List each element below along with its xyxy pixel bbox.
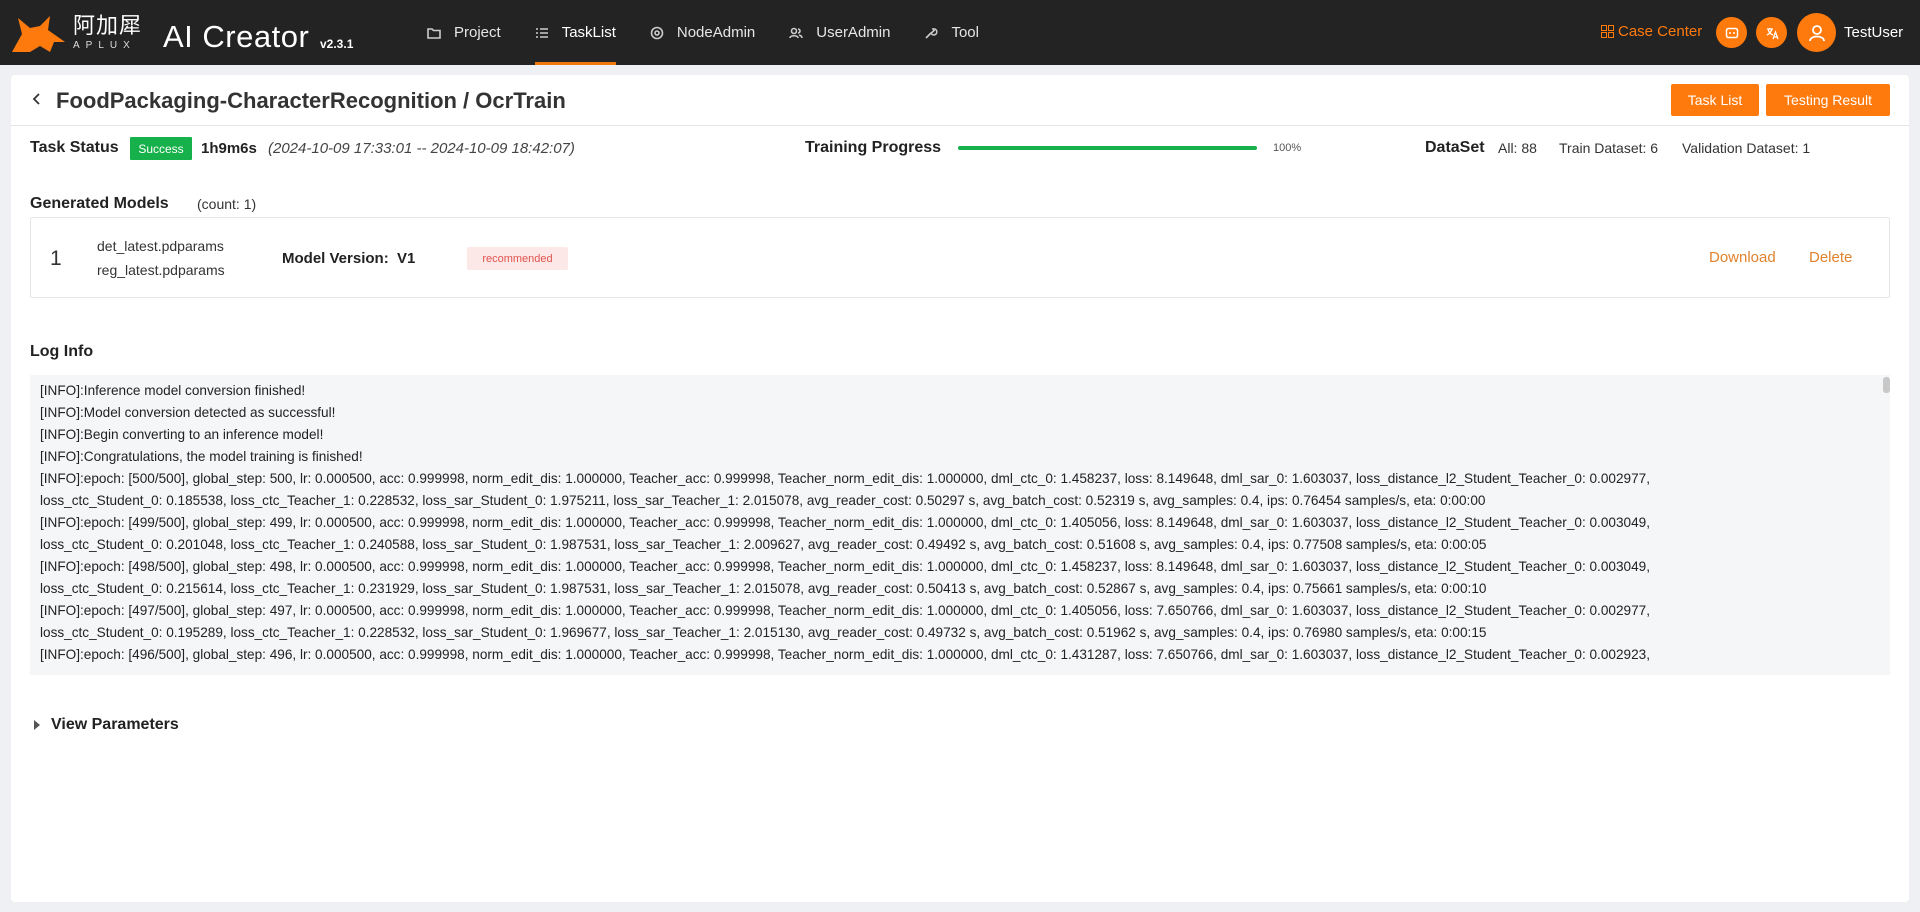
language-button[interactable] [1756, 17, 1787, 48]
app-version: v2.3.1 [320, 37, 354, 51]
log-info-heading: Log Info [30, 343, 94, 360]
task-list-button[interactable]: Task List [1671, 84, 1759, 116]
dataset-label: DataSet [1425, 139, 1485, 156]
log-line: loss_ctc_Student_0: 0.185538, loss_ctc_T… [40, 493, 1486, 508]
log-line: [INFO]:epoch: [497/500], global_step: 49… [40, 603, 1650, 618]
view-parameters-label: View Parameters [51, 716, 179, 733]
page-title: FoodPackaging-CharacterRecognition / Ocr… [56, 88, 566, 113]
users-icon [789, 27, 804, 38]
training-progress-text: 100% [1273, 142, 1302, 154]
training-progress-fill [958, 146, 1257, 150]
testing-result-button[interactable]: Testing Result [1766, 84, 1890, 116]
fox-logo-icon [12, 16, 65, 52]
nav-item-label: TaskList [561, 24, 616, 41]
model-version-value: V1 [397, 250, 416, 267]
training-progress-label: Training Progress [805, 139, 942, 156]
log-line: [INFO]:Begin converting to an inference … [40, 427, 324, 442]
caret-right-icon [34, 720, 40, 730]
nav-item-label: UserAdmin [816, 24, 891, 41]
log-line: loss_ctc_Student_0: 0.195289, loss_ctc_T… [40, 625, 1487, 640]
user-icon [1808, 24, 1825, 41]
task-status-label: Task Status [30, 139, 119, 156]
nav-item-useradmin[interactable]: UserAdmin [772, 0, 907, 65]
dataset-all-count: All: 88 [1498, 140, 1537, 156]
wrench-icon [925, 27, 939, 39]
nav-item-nodeadmin[interactable]: NodeAdmin [633, 0, 772, 65]
translate-icon [1766, 27, 1779, 39]
log-line: [INFO]:epoch: [498/500], global_step: 49… [40, 559, 1650, 574]
grid-icon [1601, 25, 1614, 38]
top-navigation-bar: 阿加犀 APLUX AI Creator v2.3.1 Project Task… [0, 0, 1920, 65]
log-line: [INFO]:epoch: [499/500], global_step: 49… [40, 515, 1650, 530]
log-output-panel[interactable]: [INFO]:Inference model conversion finish… [30, 375, 1890, 675]
nav-item-tool[interactable]: Tool [907, 0, 996, 65]
log-line: [INFO]:Model conversion detected as succ… [40, 405, 336, 420]
nav-item-tasklist[interactable]: TaskList [518, 0, 633, 65]
nav-item-label: Tool [951, 24, 979, 41]
models-count: (count: 1) [197, 196, 257, 212]
message-button[interactable] [1716, 17, 1747, 48]
main-nav: Project TaskList NodeAdmin UserAdmin Too… [410, 0, 996, 65]
logo-english-text: APLUX [73, 39, 136, 51]
task-duration: 1h9m6s [201, 140, 257, 157]
generated-models-heading: Generated Models [30, 195, 169, 212]
model-file-reg: reg_latest.pdparams [97, 262, 225, 278]
log-line: [INFO]:Congratulations, the model traini… [40, 449, 363, 464]
logo-chinese-text: 阿加犀 [73, 13, 143, 39]
log-line: [INFO]:epoch: [500/500], global_step: 50… [40, 471, 1650, 486]
recommended-badge: recommended [467, 247, 568, 270]
back-chevron-icon[interactable] [30, 92, 44, 106]
log-line: loss_ctc_Student_0: 0.215614, loss_ctc_T… [40, 581, 1487, 596]
logo-text: 阿加犀 APLUX [73, 13, 143, 51]
aplux-logo[interactable]: 阿加犀 APLUX [10, 12, 142, 54]
status-badge: Success [130, 137, 192, 160]
log-line: [INFO]:Inference model conversion finish… [40, 383, 306, 398]
list-icon [535, 27, 548, 38]
message-icon [1725, 27, 1738, 38]
model-index: 1 [50, 247, 62, 270]
node-icon [650, 26, 664, 39]
app-title: AI Creator [163, 19, 310, 54]
dataset-validation-count: Validation Dataset: 1 [1682, 140, 1811, 156]
model-file-det: det_latest.pdparams [97, 238, 224, 254]
header-divider [11, 125, 1909, 126]
log-lines: [INFO]:Inference model conversion finish… [40, 380, 1860, 666]
case-center-link[interactable]: Case Center [1601, 23, 1702, 40]
delete-link[interactable]: Delete [1809, 249, 1852, 266]
folder-icon [427, 27, 441, 39]
nav-item-label: Project [454, 24, 501, 41]
nav-item-label: NodeAdmin [676, 24, 756, 41]
view-parameters-toggle[interactable]: View Parameters [34, 716, 179, 734]
training-progress-bar [958, 146, 1257, 150]
case-center-label: Case Center [1618, 23, 1703, 40]
model-version-label: Model Version: [282, 250, 389, 267]
log-scrollbar[interactable] [1883, 377, 1890, 393]
download-link[interactable]: Download [1709, 249, 1776, 266]
log-line: [INFO]:epoch: [496/500], global_step: 49… [40, 647, 1650, 662]
user-avatar[interactable] [1797, 13, 1836, 52]
username[interactable]: TestUser [1844, 24, 1903, 41]
nav-item-project[interactable]: Project [410, 0, 518, 65]
dataset-train-count: Train Dataset: 6 [1559, 140, 1659, 156]
task-time-range: (2024-10-09 17:33:01 -- 2024-10-09 18:42… [268, 140, 575, 157]
log-line: loss_ctc_Student_0: 0.201048, loss_ctc_T… [40, 537, 1487, 552]
